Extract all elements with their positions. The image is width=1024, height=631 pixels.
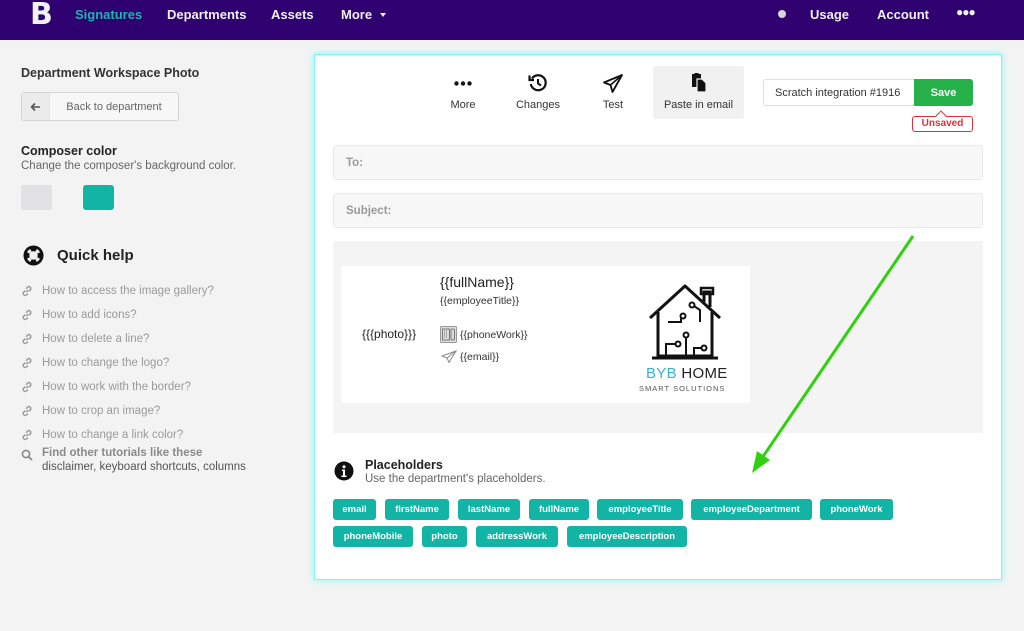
- link-icon: [21, 357, 34, 370]
- quick-help-title: Quick help: [57, 247, 134, 264]
- full-name-placeholder[interactable]: {{fullName}}: [440, 274, 514, 290]
- more-horizontal-icon: [454, 72, 472, 94]
- placeholder-chip-firstname[interactable]: firstName: [385, 499, 449, 520]
- placeholder-chip-phonework[interactable]: phoneWork: [820, 499, 893, 520]
- placeholder-chip-email[interactable]: email: [333, 499, 376, 520]
- placeholder-chip-photo[interactable]: photo: [422, 526, 467, 547]
- nav-more-label: More: [341, 7, 373, 22]
- signature-canvas: {{{photo}}} {{fullName}} {{employeeTitle…: [333, 241, 983, 433]
- quick-help-link[interactable]: How to change a link color?: [21, 423, 214, 447]
- link-icon: [21, 381, 34, 394]
- link-icon: [21, 405, 34, 418]
- top-nav: B Signatures Departments Assets More Usa…: [0, 0, 1024, 40]
- color-swatch-gray[interactable]: [21, 185, 52, 210]
- photo-placeholder[interactable]: {{{photo}}}: [362, 327, 416, 341]
- quick-help-link[interactable]: How to work with the border?: [21, 375, 214, 399]
- company-logo[interactable]: BYB HOME SMART SOLUTIONS: [636, 276, 736, 396]
- placeholder-chip-employeetitle[interactable]: employeeTitle: [597, 499, 683, 520]
- test-button[interactable]: Test: [597, 66, 629, 119]
- nav-signatures[interactable]: Signatures: [75, 7, 142, 22]
- history-icon: [528, 72, 548, 94]
- link-icon: [21, 429, 34, 442]
- composer-color-description: Change the composer's background color.: [21, 160, 237, 172]
- logo-tagline: SMART SOLUTIONS: [639, 384, 726, 393]
- house-logo-icon: [648, 284, 722, 360]
- nav-usage[interactable]: Usage: [810, 7, 849, 22]
- quick-help-link[interactable]: How to change the logo?: [21, 351, 214, 375]
- nav-departments[interactable]: Departments: [167, 7, 246, 22]
- phone-row[interactable]: {{phoneWork}}: [440, 326, 528, 343]
- unsaved-badge: Unsaved: [912, 116, 973, 132]
- employee-title-placeholder[interactable]: {{employeeTitle}}: [440, 295, 519, 307]
- back-button-label: Back to department: [66, 100, 162, 113]
- arrow-left-icon: [22, 93, 50, 120]
- life-ring-icon: [23, 245, 44, 266]
- phone-icon: [440, 326, 457, 343]
- link-icon: [21, 333, 34, 346]
- more-horizontal-icon[interactable]: ●●●: [956, 5, 976, 19]
- find-tutorials-link[interactable]: Find other tutorials like these disclaim…: [21, 447, 246, 474]
- subject-field[interactable]: Subject:: [333, 193, 983, 228]
- nav-assets[interactable]: Assets: [271, 7, 314, 22]
- find-tutorials-subtitle: disclaimer, keyboard shortcuts, columns: [42, 461, 246, 473]
- logo-wordmark: BYB HOME: [646, 365, 728, 382]
- quick-help-link[interactable]: How to access the image gallery?: [21, 279, 214, 303]
- more-button[interactable]: More: [442, 66, 484, 119]
- to-field[interactable]: To:: [333, 145, 983, 180]
- to-label: To:: [346, 156, 364, 169]
- signature-composer: More Changes Test Paste in email Save Un…: [315, 55, 1001, 579]
- quick-help-link[interactable]: How to crop an image?: [21, 399, 214, 423]
- placeholders-description: Use the department's placeholders.: [365, 473, 546, 485]
- find-tutorials-title: Find other tutorials like these: [42, 447, 203, 459]
- composer-color-title: Composer color: [21, 144, 117, 158]
- link-icon: [21, 309, 34, 322]
- placeholder-chip-employeedepartment[interactable]: employeeDepartment: [691, 499, 812, 520]
- placeholder-chip-fullname[interactable]: fullName: [529, 499, 589, 520]
- placeholder-chip-phonemobile[interactable]: phoneMobile: [333, 526, 413, 547]
- subject-label: Subject:: [346, 204, 392, 217]
- app-logo[interactable]: B: [30, 0, 53, 30]
- link-icon: [21, 285, 34, 298]
- status-dot-icon: [778, 10, 786, 18]
- paste-in-email-button[interactable]: Paste in email: [653, 66, 744, 119]
- department-title: Department Workspace Photo: [21, 66, 200, 80]
- paper-plane-icon: [440, 348, 457, 365]
- quick-help-link[interactable]: How to delete a line?: [21, 327, 214, 351]
- clipboard-paste-icon: [691, 72, 707, 94]
- caret-down-icon: [380, 12, 387, 17]
- color-swatch-teal[interactable]: [83, 185, 114, 210]
- info-icon: [334, 461, 354, 481]
- placeholders-title: Placeholders: [365, 458, 443, 472]
- changes-button[interactable]: Changes: [511, 66, 565, 119]
- back-to-department-button[interactable]: Back to department: [21, 92, 179, 121]
- save-button[interactable]: Save: [914, 79, 973, 106]
- email-row[interactable]: {{email}}: [440, 348, 499, 365]
- quick-help-link[interactable]: How to add icons?: [21, 303, 214, 327]
- placeholder-chip-employeedescription[interactable]: employeeDescription: [567, 526, 687, 547]
- signature-name-input[interactable]: [763, 79, 915, 106]
- signature-preview[interactable]: {{{photo}}} {{fullName}} {{employeeTitle…: [341, 266, 750, 403]
- quick-help-list: How to access the image gallery? How to …: [21, 279, 214, 447]
- paper-plane-icon: [603, 72, 623, 94]
- nav-account[interactable]: Account: [877, 7, 929, 22]
- search-icon: [21, 448, 34, 474]
- placeholder-chip-lastname[interactable]: lastName: [458, 499, 520, 520]
- nav-more[interactable]: More: [341, 7, 387, 22]
- placeholder-chip-addresswork[interactable]: addressWork: [476, 526, 558, 547]
